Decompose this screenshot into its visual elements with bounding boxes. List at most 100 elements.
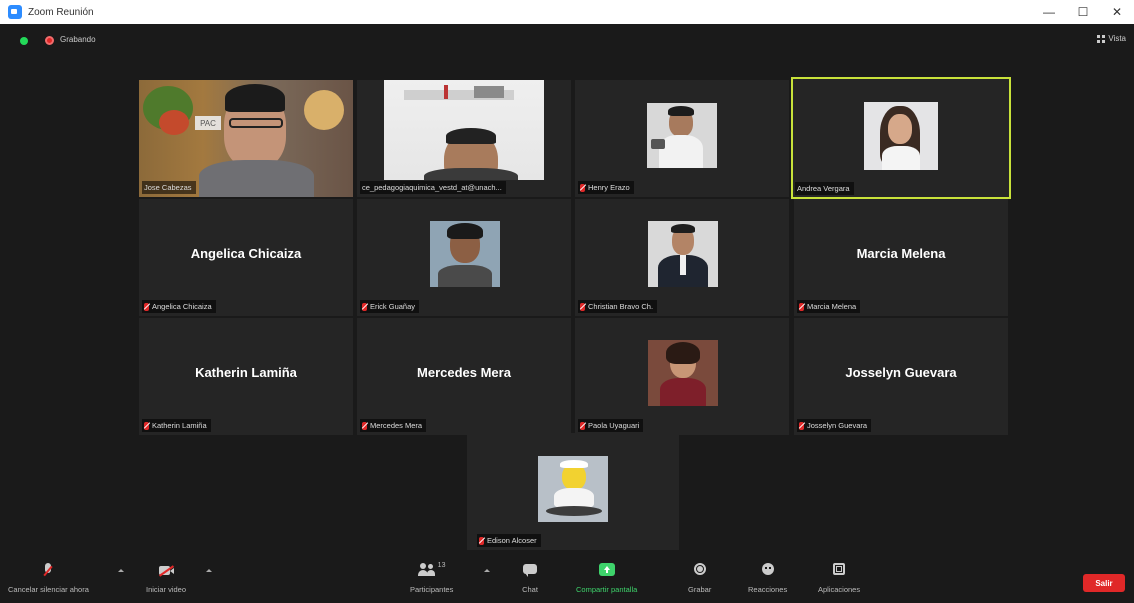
participant-tile-marcia-melena[interactable]: Marcia Melena Marcia Melena xyxy=(794,199,1008,316)
participant-tile-jose-cabezas[interactable]: PAC Jose Cabezas xyxy=(139,80,353,197)
participant-video xyxy=(384,80,544,180)
participant-video xyxy=(538,456,608,522)
overlay-label: PAC xyxy=(195,116,221,130)
participants-icon: 13 xyxy=(417,562,447,577)
participants-options-chevron-icon[interactable] xyxy=(484,569,490,572)
audio-options-chevron-icon[interactable] xyxy=(118,569,124,572)
participant-tile-angelica-chicaiza[interactable]: Angelica Chicaiza Angelica Chicaiza xyxy=(139,199,353,316)
participant-name-tag: Christian Bravo Ch. xyxy=(578,300,658,313)
security-shield-icon[interactable] xyxy=(20,37,28,45)
muted-mic-icon xyxy=(362,421,367,430)
participant-name-tag: Edison Alcoser xyxy=(477,534,541,547)
muted-mic-icon xyxy=(580,421,585,430)
apps-label: Aplicaciones xyxy=(818,585,861,594)
close-button[interactable]: ✕ xyxy=(1100,0,1134,24)
share-screen-icon xyxy=(598,563,615,577)
participant-display-name: Josselyn Guevara xyxy=(845,365,957,380)
participant-name: Paola Uyaguari xyxy=(588,421,640,430)
participant-tile-andrea-vergara[interactable]: Andrea Vergara xyxy=(791,77,1011,199)
video-options-chevron-icon[interactable] xyxy=(206,569,212,572)
video-off-icon xyxy=(158,563,175,577)
participant-tile-mercedes-mera[interactable]: Mercedes Mera Mercedes Mera xyxy=(357,318,571,435)
reactions-label: Reacciones xyxy=(748,585,788,594)
muted-mic-icon xyxy=(479,536,484,545)
maximize-button[interactable]: ☐ xyxy=(1066,0,1100,24)
participants-label: Participantes xyxy=(410,585,454,594)
participant-name: Christian Bravo Ch. xyxy=(588,302,654,311)
participant-name: Josselyn Guevara xyxy=(807,421,868,430)
reactions-button[interactable]: Reacciones xyxy=(748,563,787,594)
participant-name-tag: Paola Uyaguari xyxy=(578,419,644,432)
microphone-muted-icon xyxy=(40,563,56,577)
muted-mic-icon xyxy=(799,302,804,311)
participant-display-name: Marcia Melena xyxy=(856,246,946,261)
muted-mic-icon xyxy=(580,183,585,192)
window-title-bar: Zoom Reunión — ☐ ✕ xyxy=(0,0,1134,24)
muted-mic-icon xyxy=(799,421,804,430)
participant-name: Edison Alcoser xyxy=(487,536,537,545)
apps-icon xyxy=(831,563,847,577)
participant-video xyxy=(430,221,500,287)
participant-tile-henry-erazo[interactable]: Henry Erazo xyxy=(575,80,789,197)
participant-tile-erick-guanay[interactable]: Erick Guañay xyxy=(357,199,571,316)
participant-video xyxy=(648,340,718,406)
muted-mic-icon xyxy=(580,302,585,311)
recording-icon xyxy=(45,36,54,45)
record-label: Grabar xyxy=(688,585,712,594)
record-button[interactable]: Grabar xyxy=(688,563,711,594)
participant-tile-christian-bravo[interactable]: Christian Bravo Ch. xyxy=(575,199,789,316)
participant-display-name: Angelica Chicaiza xyxy=(190,246,302,261)
participant-name: Katherin Lamiña xyxy=(152,421,207,430)
chat-icon xyxy=(522,563,538,577)
meeting-toolbar: Cancelar silenciar ahora Iniciar video 1… xyxy=(0,557,1134,603)
muted-mic-icon xyxy=(144,421,149,430)
participant-name-tag: Mercedes Mera xyxy=(360,419,427,432)
participant-name-tag: Erick Guañay xyxy=(360,300,420,313)
participant-name-tag: Katherin Lamiña xyxy=(142,419,211,432)
recording-label: Grabando xyxy=(60,35,96,44)
participant-name: Angelica Chicaiza xyxy=(152,302,212,311)
leave-button[interactable]: Salir xyxy=(1083,574,1125,592)
view-button[interactable]: Vista xyxy=(1097,34,1126,43)
zoom-app-icon xyxy=(8,5,22,19)
participant-name-tag: Josselyn Guevara xyxy=(797,419,872,432)
participant-display-name: Mercedes Mera xyxy=(417,365,511,380)
share-screen-button[interactable]: Compartir pantalla xyxy=(576,563,637,594)
participant-tile-josselyn-guevara[interactable]: Josselyn Guevara Josselyn Guevara xyxy=(794,318,1008,435)
start-video-button[interactable]: Iniciar video xyxy=(146,563,186,594)
view-label: Vista xyxy=(1108,34,1126,43)
participant-name: Erick Guañay xyxy=(370,302,416,311)
participant-tile-edison-alcoser[interactable]: Edison Alcoser xyxy=(467,433,679,550)
participant-video xyxy=(864,102,938,170)
participant-name-tag: Angelica Chicaiza xyxy=(142,300,216,313)
chat-label: Chat xyxy=(522,585,538,594)
participant-tile-ce-pedagogia[interactable]: ce_pedagogiaquimica_vestd_at@unach... xyxy=(357,80,571,197)
muted-mic-icon xyxy=(144,302,149,311)
participant-name: Marcia Melena xyxy=(807,302,857,311)
participant-name-tag: Marcia Melena xyxy=(797,300,861,313)
chat-button[interactable]: Chat xyxy=(522,563,538,594)
video-label: Iniciar video xyxy=(146,585,187,594)
meeting-top-bar: Grabando Vista xyxy=(0,24,1134,56)
record-icon xyxy=(692,563,708,577)
participant-video xyxy=(648,221,718,287)
participant-name-tag: Andrea Vergara xyxy=(795,182,854,195)
participant-tile-paola-uyaguari[interactable]: Paola Uyaguari xyxy=(575,318,789,435)
share-screen-label: Compartir pantalla xyxy=(576,585,638,594)
participant-name: ce_pedagogiaquimica_vestd_at@unach... xyxy=(362,183,502,192)
participant-name: Henry Erazo xyxy=(588,183,630,192)
minimize-button[interactable]: — xyxy=(1032,0,1066,24)
participant-name: Mercedes Mera xyxy=(370,421,423,430)
participants-count: 13 xyxy=(437,562,446,569)
window-title: Zoom Reunión xyxy=(28,6,94,18)
participant-name: Jose Cabezas xyxy=(144,183,192,192)
participant-video xyxy=(139,80,353,197)
mute-button[interactable]: Cancelar silenciar ahora xyxy=(8,563,89,594)
participant-name-tag: Jose Cabezas xyxy=(142,181,196,194)
participant-tile-katherin-lamina[interactable]: Katherin Lamiña Katherin Lamiña xyxy=(139,318,353,435)
participant-display-name: Katherin Lamiña xyxy=(195,365,297,380)
mute-label: Cancelar silenciar ahora xyxy=(8,585,89,594)
participants-button[interactable]: 13 Participantes xyxy=(410,562,454,594)
grid-view-icon xyxy=(1097,34,1106,43)
apps-button[interactable]: Aplicaciones xyxy=(818,563,860,594)
